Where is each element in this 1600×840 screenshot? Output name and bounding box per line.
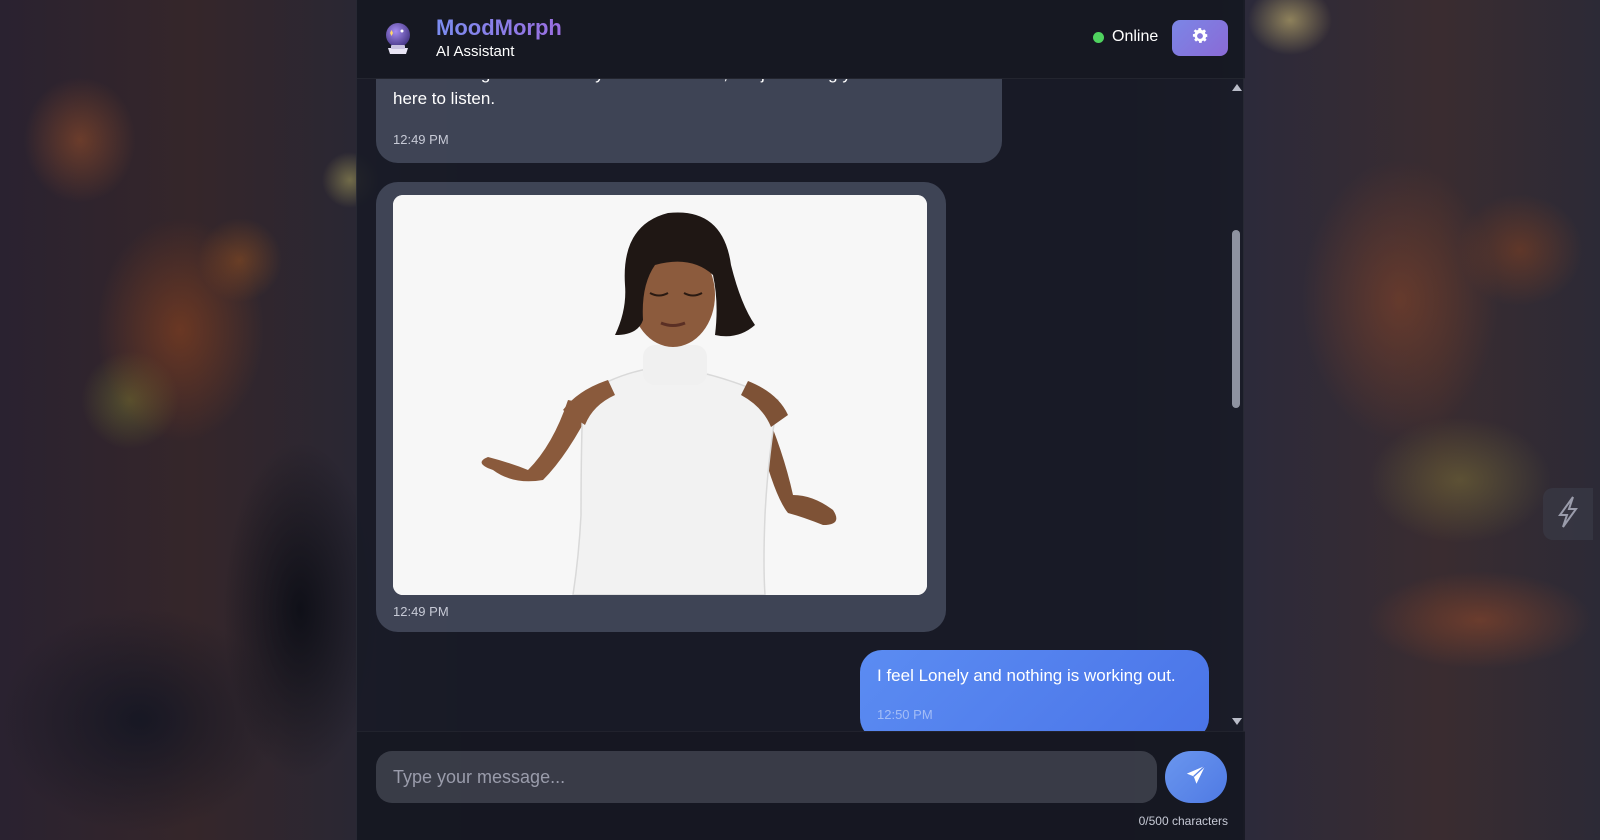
online-dot-icon [1093, 31, 1104, 43]
message-composer: 0/500 characters [357, 731, 1245, 840]
settings-button[interactable] [1172, 20, 1228, 56]
message-timestamp: 12:49 PM [393, 604, 449, 619]
message-text: No need to go into detail if you don't w… [393, 79, 941, 108]
chat-scrollbar[interactable] [1229, 79, 1243, 731]
character-counter: 0/500 characters [1138, 814, 1228, 828]
message-timestamp: 12:50 PM [877, 707, 933, 722]
user-message: I feel Lonely and nothing is working out… [860, 650, 1209, 731]
app-title: MoodMorph [436, 15, 562, 40]
message-text: I feel Lonely and nothing is working out… [877, 666, 1176, 685]
lightning-icon [1555, 495, 1581, 534]
crystal-ball-icon [383, 22, 413, 56]
message-input[interactable] [376, 751, 1157, 803]
scroll-thumb[interactable] [1232, 230, 1240, 408]
app-subtitle: AI Assistant [436, 43, 515, 60]
send-button[interactable] [1165, 751, 1227, 803]
side-extension-button[interactable] [1543, 488, 1593, 540]
assistant-gif-message: 12:49 PM [376, 182, 946, 632]
paper-plane-icon [1185, 764, 1207, 791]
message-list[interactable]: No need to go into detail if you don't w… [357, 79, 1245, 731]
assistant-message: No need to go into detail if you don't w… [376, 79, 1002, 163]
status-label: Online [1112, 28, 1159, 45]
scroll-up-arrow-icon[interactable] [1232, 84, 1242, 91]
status-indicator: Online [1093, 28, 1158, 46]
meditation-gif-image[interactable] [393, 195, 927, 595]
message-timestamp: 12:49 PM [393, 132, 449, 147]
gear-icon [1190, 26, 1210, 51]
scroll-down-arrow-icon[interactable] [1232, 718, 1242, 725]
chat-window: MoodMorph AI Assistant Online No need to… [356, 0, 1245, 840]
chat-header: MoodMorph AI Assistant Online [357, 0, 1245, 79]
